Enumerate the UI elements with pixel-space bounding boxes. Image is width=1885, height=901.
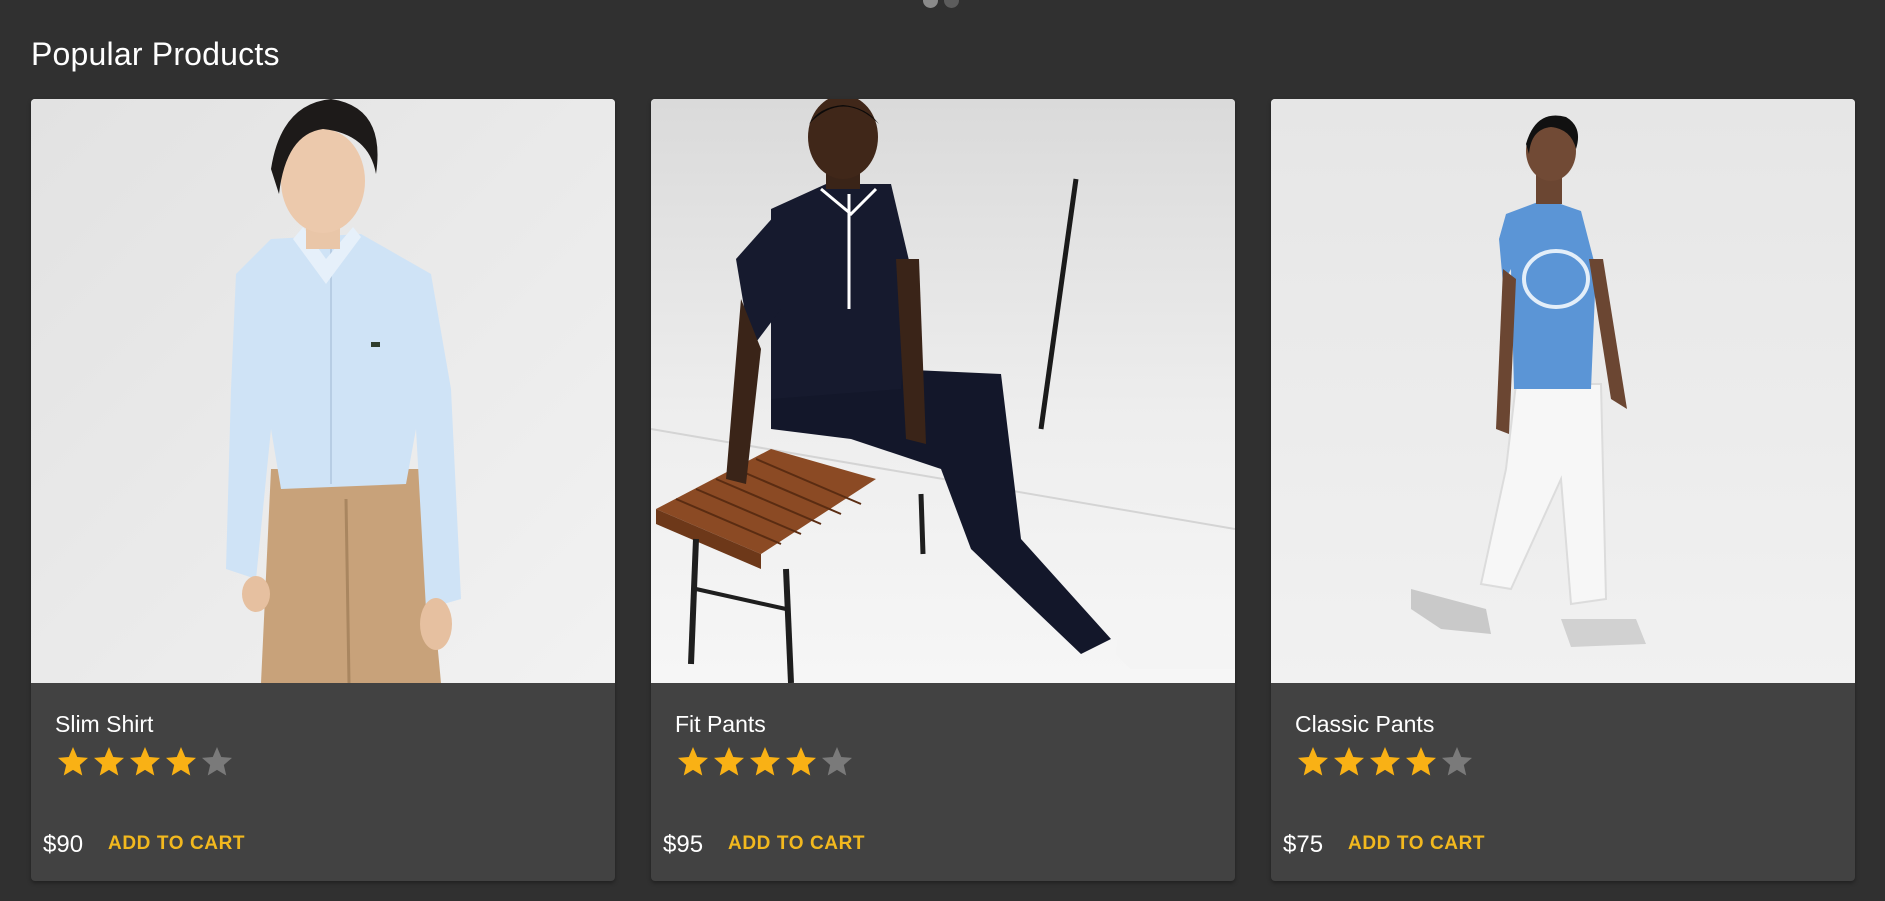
- product-price: $75: [1283, 831, 1324, 858]
- product-grid: Slim Shirt $90 ADD TO CART Fit Pants $95…: [31, 99, 1855, 881]
- carousel-dot-2[interactable]: [944, 0, 959, 8]
- product-card: Classic Pants $75 ADD TO CART: [1271, 99, 1855, 881]
- product-rating: [55, 744, 235, 780]
- product-image[interactable]: [651, 99, 1235, 683]
- carousel-dot-1[interactable]: [923, 0, 938, 8]
- star-filled-icon[interactable]: [91, 744, 127, 780]
- product-card: Fit Pants $95 ADD TO CART: [651, 99, 1235, 881]
- product-image[interactable]: [31, 99, 615, 683]
- star-filled-icon[interactable]: [127, 744, 163, 780]
- product-rating: [1295, 744, 1475, 780]
- product-image[interactable]: [1271, 99, 1855, 683]
- add-to-cart-button[interactable]: ADD TO CART: [1338, 821, 1495, 867]
- product-price: $95: [663, 831, 704, 858]
- product-name[interactable]: Slim Shirt: [55, 711, 153, 738]
- add-to-cart-button[interactable]: ADD TO CART: [718, 821, 875, 867]
- star-filled-icon[interactable]: [747, 744, 783, 780]
- star-empty-icon[interactable]: [199, 744, 235, 780]
- add-to-cart-button[interactable]: ADD TO CART: [98, 821, 255, 867]
- star-filled-icon[interactable]: [1403, 744, 1439, 780]
- product-price: $90: [43, 831, 84, 858]
- star-empty-icon[interactable]: [1439, 744, 1475, 780]
- star-empty-icon[interactable]: [819, 744, 855, 780]
- star-filled-icon[interactable]: [163, 744, 199, 780]
- star-filled-icon[interactable]: [783, 744, 819, 780]
- product-card: Slim Shirt $90 ADD TO CART: [31, 99, 615, 881]
- product-rating: [675, 744, 855, 780]
- star-filled-icon[interactable]: [55, 744, 91, 780]
- product-photo: [1271, 99, 1855, 683]
- product-photo: [31, 99, 615, 683]
- product-photo: [651, 99, 1235, 683]
- carousel-indicator: [923, 0, 959, 8]
- star-filled-icon[interactable]: [1295, 744, 1331, 780]
- product-name[interactable]: Fit Pants: [675, 711, 766, 738]
- star-filled-icon[interactable]: [1367, 744, 1403, 780]
- product-name[interactable]: Classic Pants: [1295, 711, 1434, 738]
- star-filled-icon[interactable]: [675, 744, 711, 780]
- star-filled-icon[interactable]: [1331, 744, 1367, 780]
- section-title: Popular Products: [31, 36, 280, 72]
- star-filled-icon[interactable]: [711, 744, 747, 780]
